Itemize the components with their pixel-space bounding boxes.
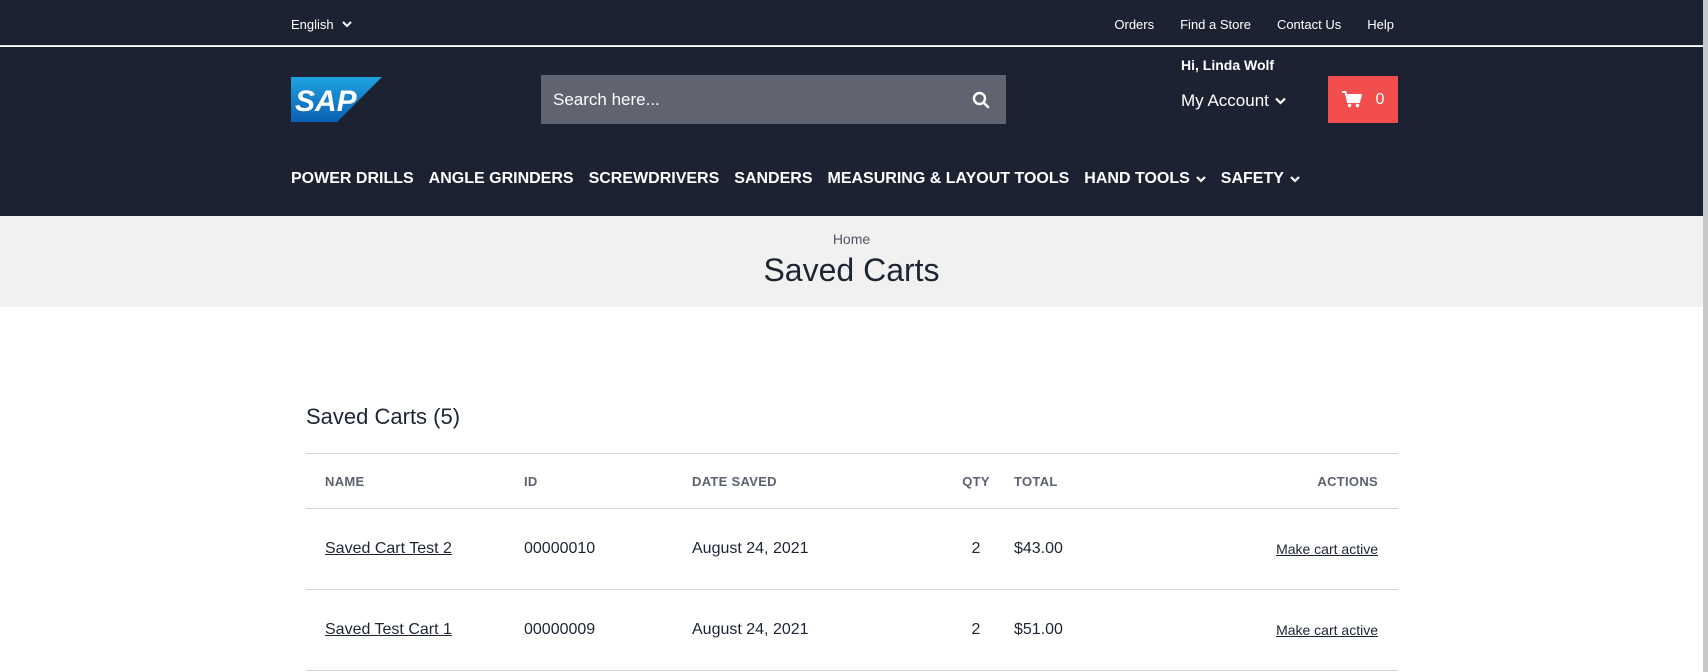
- chevron-down-icon: [1275, 97, 1286, 105]
- nav-label: POWER DRILLS: [291, 170, 414, 187]
- page-header-band: Home Saved Carts: [0, 216, 1708, 307]
- orders-link[interactable]: Orders: [1114, 17, 1154, 32]
- utility-links: Orders Find a Store Contact Us Help: [1114, 17, 1394, 32]
- chevron-down-icon: [341, 21, 352, 28]
- nav-measuring-layout-tools[interactable]: MEASURING & LAYOUT TOOLS: [828, 170, 1070, 188]
- make-cart-active-link[interactable]: Make cart active: [1276, 622, 1378, 638]
- cart-total: $43.00: [1014, 540, 1063, 557]
- nav-label: SANDERS: [734, 170, 813, 187]
- language-selector[interactable]: English: [291, 17, 352, 32]
- cart-qty: 2: [971, 540, 981, 557]
- nav-power-drills[interactable]: POWER DRILLS: [291, 170, 414, 188]
- chevron-down-icon: [1196, 175, 1206, 183]
- header-actions: ACTIONS: [1317, 473, 1378, 489]
- sap-logo[interactable]: SAP: [291, 77, 382, 122]
- nav-sanders[interactable]: SANDERS: [734, 170, 812, 188]
- header-id: ID: [524, 473, 538, 489]
- nav-label: HAND TOOLS: [1084, 170, 1190, 187]
- my-account-label: My Account: [1181, 91, 1269, 110]
- cart-count: 0: [1375, 90, 1385, 108]
- page-scrollbar[interactable]: [1703, 0, 1708, 672]
- search-icon[interactable]: [970, 89, 992, 111]
- header-name: NAME: [325, 473, 365, 489]
- breadcrumb: Home: [0, 231, 1703, 247]
- my-account-menu[interactable]: My Account: [1181, 91, 1286, 111]
- cart-total: $51.00: [1014, 621, 1063, 638]
- language-label: English: [291, 17, 334, 32]
- nav-label: ANGLE GRINDERS: [428, 170, 574, 187]
- chevron-down-icon: [1290, 175, 1300, 183]
- cart-name-link[interactable]: Saved Cart Test 2: [325, 540, 452, 558]
- user-greeting: Hi, Linda Wolf: [1181, 57, 1275, 73]
- make-cart-active-link[interactable]: Make cart active: [1276, 541, 1378, 557]
- header-date-saved: DATE SAVED: [692, 473, 777, 489]
- cart-date-saved: August 24, 2021: [692, 540, 809, 557]
- cart-name-cell: Saved Test Cart 1: [325, 590, 452, 670]
- nav-screwdrivers[interactable]: SCREWDRIVERS: [589, 170, 720, 188]
- nav-angle-grinders[interactable]: ANGLE GRINDERS: [429, 170, 574, 188]
- cart-date-saved: August 24, 2021: [692, 621, 809, 638]
- scrollbar-thumb[interactable]: [1703, 0, 1708, 672]
- help-link[interactable]: Help: [1367, 17, 1394, 32]
- table-row: Saved Test Cart 1 00000009 August 24, 20…: [306, 590, 1398, 671]
- cart-actions-cell: Make cart active: [1276, 590, 1378, 670]
- saved-carts-table: NAME ID DATE SAVED QTY TOTAL ACTIONS Sav…: [306, 453, 1398, 671]
- nav-label: MEASURING & LAYOUT TOOLS: [827, 170, 1070, 187]
- cart-id: 00000009: [524, 621, 596, 638]
- header-total: TOTAL: [1014, 473, 1058, 489]
- mini-cart-button[interactable]: 0: [1328, 76, 1398, 123]
- page-title: Saved Carts: [763, 252, 940, 288]
- find-store-link[interactable]: Find a Store: [1180, 17, 1251, 32]
- breadcrumb-home-link[interactable]: Home: [833, 231, 870, 247]
- nav-label: SCREWDRIVERS: [588, 170, 720, 187]
- table-row: Saved Cart Test 2 00000010 August 24, 20…: [306, 509, 1398, 590]
- saved-carts-heading: Saved Carts (5): [306, 404, 461, 429]
- cart-id: 00000010: [524, 540, 596, 557]
- cart-qty: 2: [971, 621, 981, 638]
- site-header: SAP Hi, Linda Wolf My Account 0 POWER DR…: [0, 47, 1708, 216]
- search-box: [541, 75, 1006, 124]
- table-header: NAME ID DATE SAVED QTY TOTAL ACTIONS: [306, 453, 1398, 509]
- nav-label: SAFETY: [1220, 170, 1284, 187]
- nav-hand-tools[interactable]: HAND TOOLS: [1084, 170, 1206, 188]
- sap-logo-text: SAP: [295, 85, 358, 118]
- top-utility-bar: English Orders Find a Store Contact Us H…: [0, 0, 1708, 46]
- cart-name-cell: Saved Cart Test 2: [325, 509, 452, 589]
- cart-name-link[interactable]: Saved Test Cart 1: [325, 621, 452, 639]
- header-qty: QTY: [962, 473, 990, 489]
- shopping-cart-icon: [1341, 91, 1362, 108]
- category-nav: POWER DRILLS ANGLE GRINDERS SCREWDRIVERS…: [291, 170, 1300, 188]
- contact-us-link[interactable]: Contact Us: [1277, 17, 1341, 32]
- nav-safety[interactable]: SAFETY: [1221, 170, 1300, 188]
- search-input[interactable]: [553, 75, 970, 124]
- cart-actions-cell: Make cart active: [1276, 509, 1378, 589]
